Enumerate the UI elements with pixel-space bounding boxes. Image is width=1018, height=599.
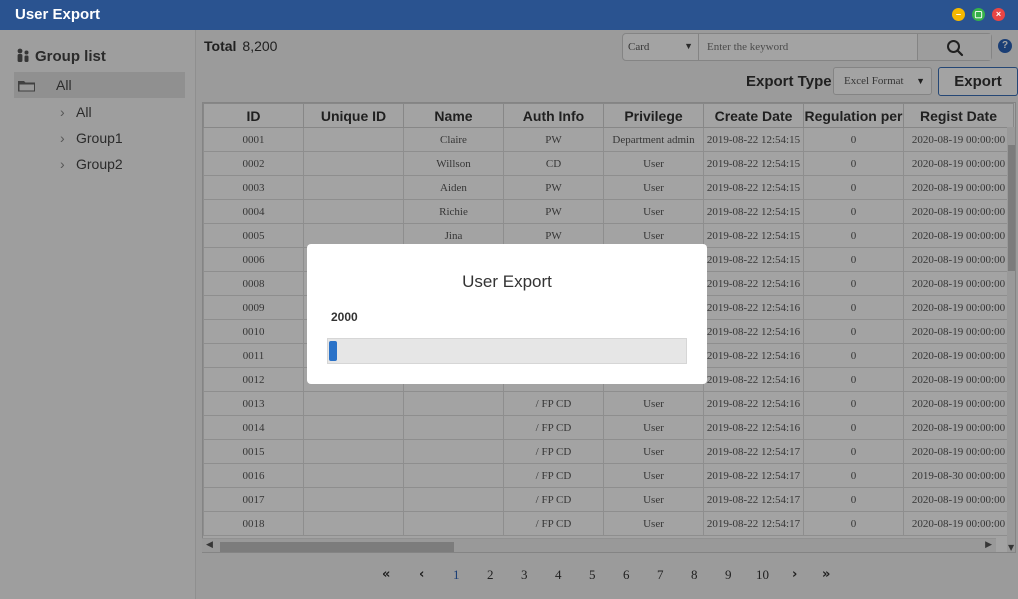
close-icon[interactable]: × <box>992 8 1005 21</box>
minimize-icon[interactable]: – <box>952 8 965 21</box>
progress-fill <box>329 341 337 361</box>
window-title: User Export <box>15 6 101 23</box>
export-count: 2000 <box>331 310 358 324</box>
dialog-title: User Export <box>462 272 552 291</box>
title-bar: User Export – ▢ × <box>0 0 1018 30</box>
maximize-icon[interactable]: ▢ <box>972 8 985 21</box>
export-progress-dialog: User Export 2000 <box>307 244 707 384</box>
progress-bar <box>327 338 687 364</box>
